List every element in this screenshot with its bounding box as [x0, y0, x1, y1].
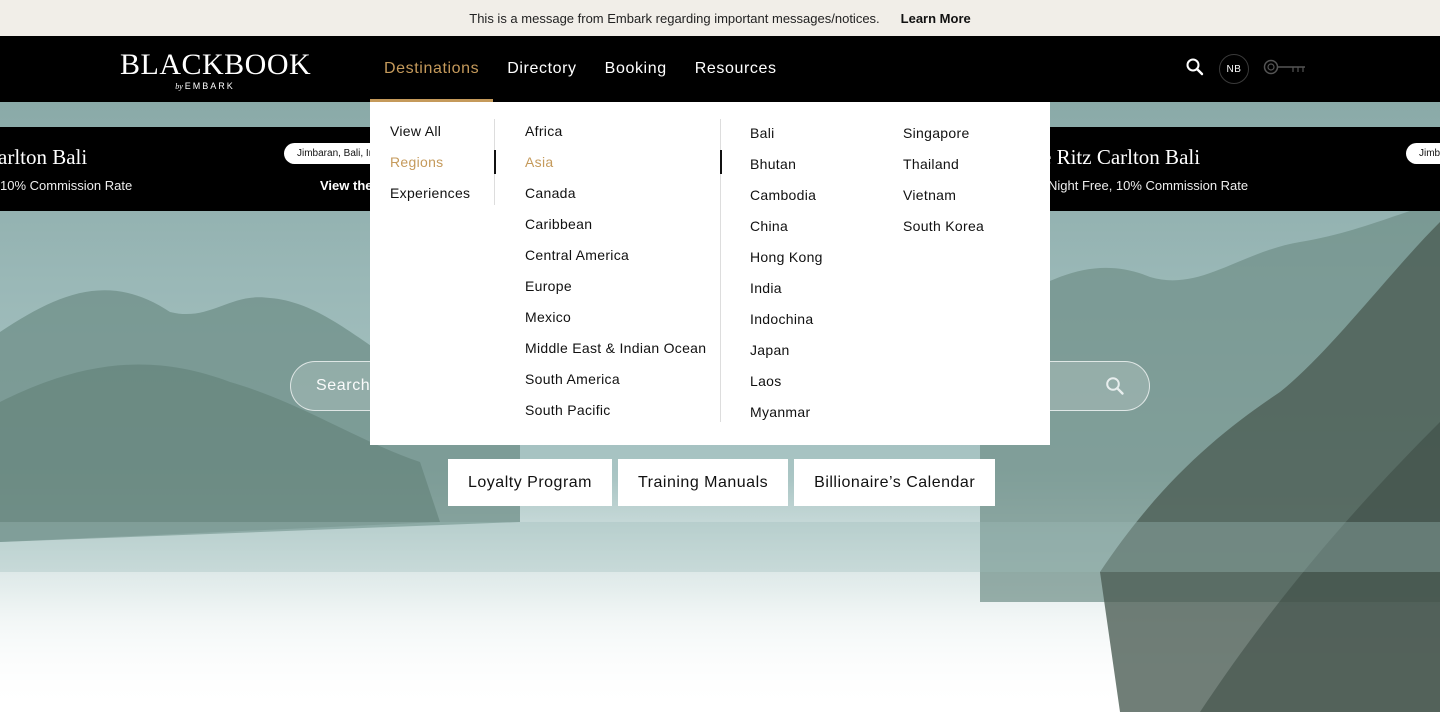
country-column-b: Singapore Thailand Vietnam South Korea: [903, 121, 984, 245]
site-header: BLACKBOOK by EMBARK Destinations Director…: [0, 36, 1440, 102]
search-placeholder: Search: [316, 377, 371, 394]
billionaires-calendar-button[interactable]: Billionaire’s Calendar: [794, 459, 996, 506]
regions-selection-indicator: [494, 150, 496, 174]
country-bali[interactable]: Bali: [750, 121, 823, 152]
country-hong-kong[interactable]: Hong Kong: [750, 245, 823, 276]
menu-regions[interactable]: Regions: [390, 150, 470, 181]
training-manuals-button[interactable]: Training Manuals: [618, 459, 789, 506]
region-asia[interactable]: Asia: [525, 150, 706, 181]
country-myanmar[interactable]: Myanmar: [750, 400, 823, 431]
region-central-america[interactable]: Central America: [525, 243, 706, 274]
country-indochina[interactable]: Indochina: [750, 307, 823, 338]
region-column: Africa Asia Canada Caribbean Central Ame…: [525, 119, 706, 429]
promo-left-title: arlton Bali: [0, 145, 88, 169]
announcement-message: This is a message from Embark regarding …: [469, 10, 880, 26]
announcement-bar: This is a message from Embark regarding …: [0, 0, 1440, 36]
promo-right-title: e Ritz Carlton Bali: [1042, 145, 1201, 169]
menu-view-all[interactable]: View All: [390, 119, 470, 150]
main-nav: Destinations Directory Booking Resources: [370, 36, 791, 102]
menu-experiences[interactable]: Experiences: [390, 181, 470, 212]
country-cambodia[interactable]: Cambodia: [750, 183, 823, 214]
quick-links: Loyalty Program Training Manuals Billion…: [448, 459, 996, 506]
region-africa[interactable]: Africa: [525, 119, 706, 150]
nav-directory[interactable]: Directory: [493, 36, 590, 102]
country-column-a: Bali Bhutan Cambodia China Hong Kong Ind…: [750, 121, 823, 431]
country-vietnam[interactable]: Vietnam: [903, 183, 984, 214]
nav-destinations[interactable]: Destinations: [370, 36, 494, 102]
country-south-korea[interactable]: South Korea: [903, 214, 984, 245]
promo-right-subtitle: Night Free, 10% Commission Rate: [1048, 178, 1249, 193]
asia-selection-indicator: [720, 150, 722, 174]
country-bhutan[interactable]: Bhutan: [750, 152, 823, 183]
key-icon[interactable]: [1263, 56, 1307, 83]
search-icon[interactable]: [1185, 57, 1205, 82]
country-thailand[interactable]: Thailand: [903, 152, 984, 183]
promo-right-location-pill: Jimb: [1406, 143, 1440, 164]
logo-wordmark: BLACKBOOK: [120, 48, 312, 81]
region-south-america[interactable]: South America: [525, 367, 706, 398]
search-icon[interactable]: [1105, 376, 1125, 401]
region-canada[interactable]: Canada: [525, 181, 706, 212]
loyalty-program-button[interactable]: Loyalty Program: [448, 459, 612, 506]
header-actions: NB: [1185, 36, 1307, 102]
country-china[interactable]: China: [750, 214, 823, 245]
menu-type-column: View All Regions Experiences: [390, 119, 470, 212]
region-south-pacific[interactable]: South Pacific: [525, 398, 706, 429]
destinations-mega-menu: View All Regions Experiences Africa Asia…: [370, 102, 1050, 445]
promo-left-link[interactable]: View the: [320, 178, 373, 193]
promo-left-subtitle: 10% Commission Rate: [0, 178, 133, 193]
blackbook-logo[interactable]: BLACKBOOK by EMBARK: [120, 48, 312, 92]
nav-resources[interactable]: Resources: [681, 36, 791, 102]
region-caribbean[interactable]: Caribbean: [525, 212, 706, 243]
region-europe[interactable]: Europe: [525, 274, 706, 305]
logo-byline: by EMBARK: [175, 81, 235, 91]
country-laos[interactable]: Laos: [750, 369, 823, 400]
region-middle-east[interactable]: Middle East & Indian Ocean: [525, 336, 706, 367]
nav-booking[interactable]: Booking: [591, 36, 681, 102]
country-japan[interactable]: Japan: [750, 338, 823, 369]
learn-more-link[interactable]: Learn More: [901, 11, 971, 26]
region-mexico[interactable]: Mexico: [525, 305, 706, 336]
country-singapore[interactable]: Singapore: [903, 121, 984, 152]
user-avatar[interactable]: NB: [1219, 54, 1249, 84]
country-india[interactable]: India: [750, 276, 823, 307]
